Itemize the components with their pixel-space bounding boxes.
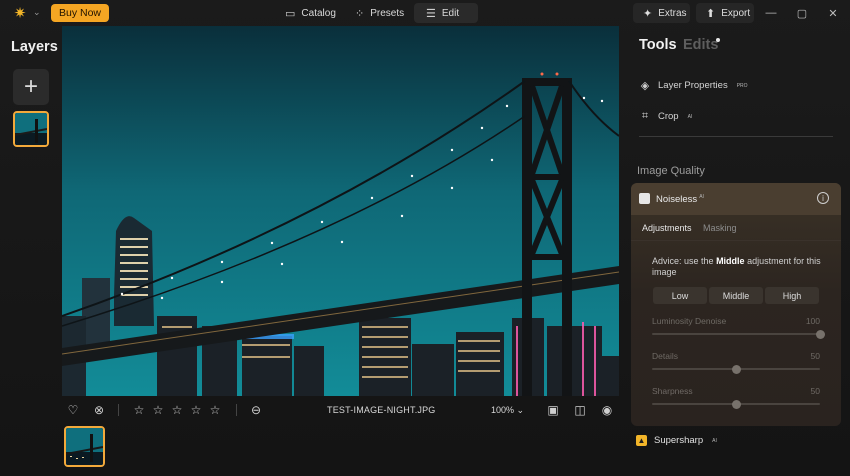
compare-view-icon[interactable]: ▣ [546, 402, 560, 418]
ai-badge: AI [712, 437, 717, 444]
export-label: Export [721, 7, 751, 19]
tab-catalog-label: Catalog [301, 7, 336, 19]
eye-icon[interactable]: ◉ [600, 402, 614, 418]
edits-indicator-dot [716, 38, 720, 42]
sparkle-icon: ✦ [643, 7, 653, 20]
image-toolbar: ♡ ⊗ ☆ ☆ ☆ ☆ ☆ ⊖ TEST-IMAGE-NIGHT.JPG 100… [62, 400, 619, 420]
close-icon[interactable]: ✕ [825, 5, 841, 21]
tab-presets[interactable]: ⁘ Presets [343, 3, 416, 23]
star-3-icon[interactable]: ☆ [170, 402, 184, 418]
tab-divider [631, 240, 841, 241]
buy-now-button[interactable]: Buy Now [51, 4, 109, 22]
maximize-icon[interactable]: ▢ [794, 5, 810, 21]
slider-thumb[interactable] [731, 399, 741, 409]
level-selector: Low Middle High [653, 287, 819, 304]
zoom-dropdown[interactable]: 100% ⌄ [491, 405, 524, 416]
extras-label: Extras [658, 7, 687, 19]
slider-value-details: 50 [810, 351, 820, 361]
level-middle-button[interactable]: Middle [709, 287, 763, 304]
star-2-icon[interactable]: ☆ [151, 402, 165, 418]
app-logo-icon[interactable]: ✷ [11, 4, 29, 22]
star-1-icon[interactable]: ☆ [132, 402, 146, 418]
ai-badge: AI [687, 113, 693, 120]
tab-catalog[interactable]: ▭ Catalog [273, 3, 348, 23]
tab-masking[interactable]: Masking [703, 223, 737, 233]
zoom-value: 100% [491, 405, 515, 415]
section-title-image-quality: Image Quality [637, 165, 705, 177]
level-high-button[interactable]: High [765, 287, 819, 304]
tool-supersharp[interactable]: ▲ Supersharp AI [636, 435, 717, 446]
tab-edit[interactable]: ☰ Edit [414, 3, 478, 23]
details-slider[interactable] [652, 364, 820, 374]
layer-thumbnail[interactable] [13, 111, 49, 147]
folder-icon: ▭ [285, 7, 296, 20]
tool-layer-properties[interactable]: ◈ Layer Properties PRO [639, 79, 748, 92]
sharpness-slider[interactable] [652, 399, 820, 409]
tab-edits[interactable]: Edits [683, 37, 718, 53]
minimize-icon[interactable]: — [763, 5, 779, 21]
toolbar-divider [236, 404, 237, 416]
pro-badge: PRO [736, 82, 748, 89]
upload-icon: ⬆ [706, 7, 716, 20]
level-low-button[interactable]: Low [653, 287, 707, 304]
tab-tools[interactable]: Tools [639, 37, 677, 53]
advice-text: Advice: use the Middle adjustment for th… [652, 256, 821, 277]
tab-edit-label: Edit [441, 7, 460, 19]
app-window: ✷ ⌄ Buy Now ▭ Catalog ⁘ Presets ☰ Edit ✦… [0, 0, 850, 476]
main-image-canvas[interactable] [62, 26, 619, 396]
star-4-icon[interactable]: ☆ [189, 402, 203, 418]
chevron-down-icon[interactable]: ⌄ [33, 7, 41, 18]
export-button[interactable]: ⬆ Export [696, 3, 754, 23]
slider-thumb[interactable] [731, 364, 741, 374]
tab-presets-label: Presets [370, 7, 405, 19]
sparkle-icon: ⁘ [355, 7, 365, 20]
ai-badge: AI [699, 194, 704, 200]
extras-button[interactable]: ✦ Extras [633, 3, 690, 23]
tab-adjustments[interactable]: Adjustments [642, 223, 692, 233]
add-layer-button[interactable]: + [13, 69, 49, 105]
crop-icon: ⌗ [641, 110, 649, 122]
slider-label-luminosity: Luminosity Denoise [652, 316, 727, 326]
luminosity-denoise-slider[interactable] [652, 329, 825, 339]
panel-divider [639, 136, 833, 137]
tool-crop-label: Crop [658, 111, 679, 122]
layers-title: Layers [11, 39, 58, 55]
advice-recommended-level: Middle [716, 256, 745, 266]
noiseless-panel: Noiseless AI i Adjustments Masking Advice… [631, 183, 841, 426]
slider-value-sharpness: 50 [810, 386, 820, 396]
slider-label-sharpness: Sharpness [652, 386, 693, 396]
noiseless-header[interactable]: Noiseless AI i [631, 183, 841, 215]
file-name: TEST-IMAGE-NIGHT.JPG [327, 405, 436, 415]
split-view-icon[interactable]: ◫ [573, 402, 587, 418]
reject-icon[interactable]: ⊗ [92, 402, 106, 418]
layers-icon: ◈ [640, 80, 650, 92]
toolbar-divider [118, 404, 119, 416]
title-bar: ✷ ⌄ Buy Now ▭ Catalog ⁘ Presets ☰ Edit ✦… [0, 0, 850, 26]
slider-value-luminosity: 100 [805, 316, 820, 326]
noiseless-title: Noiseless AI [656, 194, 704, 205]
star-5-icon[interactable]: ☆ [208, 402, 222, 418]
slider-thumb[interactable] [815, 329, 825, 339]
more-options-icon[interactable]: ⊖ [249, 402, 263, 418]
tool-layer-properties-label: Layer Properties [658, 80, 728, 91]
heart-icon[interactable]: ♡ [66, 402, 80, 418]
filmstrip-thumbnail[interactable] [64, 426, 105, 467]
sliders-icon: ☰ [426, 7, 436, 20]
noiseless-icon [639, 193, 650, 204]
supersharp-label: Supersharp [654, 435, 704, 446]
tool-crop[interactable]: ⌗ Crop AI [639, 110, 692, 123]
chevron-down-icon: ⌄ [516, 405, 525, 415]
info-icon[interactable]: i [817, 192, 829, 204]
supersharp-icon: ▲ [636, 435, 647, 446]
slider-label-details: Details [652, 351, 678, 361]
